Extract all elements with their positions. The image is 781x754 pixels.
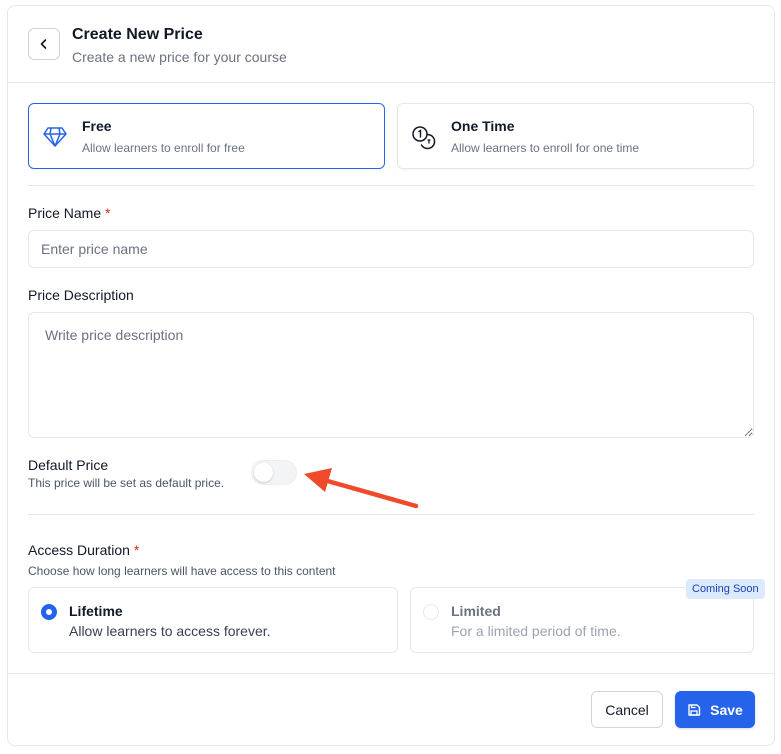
save-button[interactable]: Save [675, 691, 755, 728]
price-type-name: Free [82, 118, 112, 134]
price-type-name: One Time [451, 118, 515, 134]
default-price-label: Default Price [28, 457, 109, 473]
price-description-textarea[interactable] [28, 312, 754, 438]
toggle-knob [254, 463, 273, 482]
back-button[interactable] [28, 28, 60, 60]
default-price-hint: This price will be set as default price. [28, 476, 225, 490]
price-type-free-card[interactable]: Free Allow learners to enroll for free [28, 103, 385, 169]
duration-option-name: Lifetime [69, 603, 123, 619]
create-price-panel: Create New Price Create a new price for … [7, 5, 775, 746]
access-duration-label: Access Duration * [28, 542, 139, 558]
duration-option-name: Limited [451, 603, 501, 619]
duration-option-lifetime[interactable]: Lifetime Allow learners to access foreve… [28, 587, 398, 653]
radio-selected[interactable] [41, 604, 57, 620]
save-icon [688, 703, 701, 716]
price-name-label: Price Name * [28, 205, 110, 221]
cancel-button[interactable]: Cancel [591, 691, 663, 728]
chevron-left-icon [40, 39, 47, 49]
access-duration-label-text: Access Duration [28, 542, 130, 558]
duration-option-description: For a limited period of time. [451, 623, 621, 639]
duration-option-description: Allow learners to access forever. [69, 623, 271, 639]
coins-icon [410, 123, 438, 151]
diamond-icon [41, 123, 69, 151]
section-divider [28, 514, 754, 515]
footer-divider [8, 673, 774, 674]
price-name-label-text: Price Name [28, 205, 102, 221]
access-duration-hint: Choose how long learners will have acces… [28, 564, 336, 578]
annotation-arrow-icon [304, 468, 419, 509]
page-subtitle: Create a new price for your course [72, 49, 287, 65]
panel-header: Create New Price Create a new price for … [8, 6, 774, 83]
required-mark: * [105, 205, 111, 221]
price-type-description: Allow learners to enroll for free [82, 141, 245, 155]
save-button-label: Save [710, 701, 743, 718]
page-title: Create New Price [72, 26, 203, 43]
price-name-input[interactable] [28, 230, 754, 268]
required-mark: * [133, 542, 140, 558]
default-price-toggle[interactable] [251, 460, 297, 485]
price-type-description: Allow learners to enroll for one time [451, 141, 640, 155]
coming-soon-badge: Coming Soon [686, 579, 765, 599]
section-divider [28, 185, 754, 186]
price-description-label: Price Description [28, 287, 134, 303]
radio-unselected [423, 604, 439, 620]
price-type-one-time-card[interactable]: One Time Allow learners to enroll for on… [397, 103, 754, 169]
